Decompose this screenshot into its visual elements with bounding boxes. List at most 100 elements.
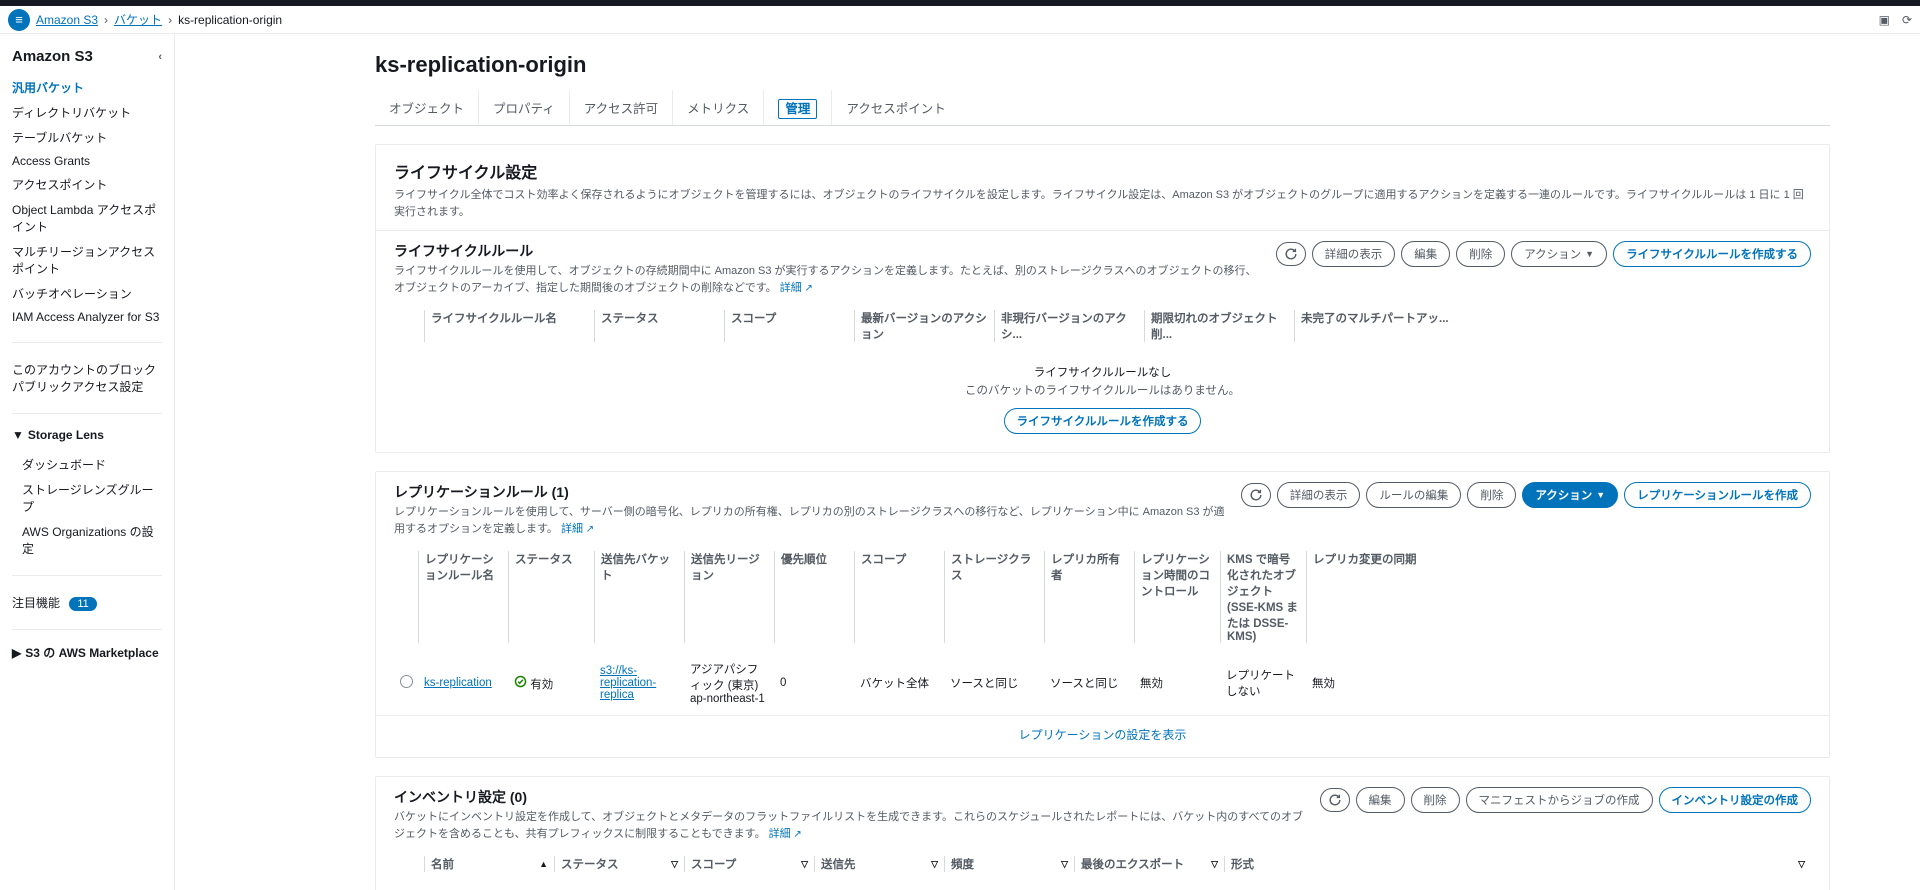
chevron-left-icon[interactable]: ‹	[158, 51, 162, 63]
inventory-details-link[interactable]: 詳細	[769, 828, 802, 840]
lifecycle-edit-button[interactable]: 編集	[1401, 241, 1450, 267]
tab-5[interactable]: アクセスポイント	[832, 90, 959, 125]
sidebar-item[interactable]: Object Lambda アクセスポイント	[12, 197, 162, 239]
inventory-edit-button[interactable]: 編集	[1356, 787, 1405, 813]
replication-edit-rules-button[interactable]: ルールの編集	[1366, 482, 1461, 508]
sidebar-item[interactable]: アクセスポイント	[12, 172, 162, 197]
lifecycle-col-header[interactable]: ライフサイクルルール名	[424, 310, 594, 342]
lifecycle-actions-button[interactable]: アクション▼	[1511, 241, 1607, 267]
inventory-col-header[interactable]: 送信先▽	[814, 856, 944, 872]
breadcrumb: ≡ Amazon S3 › バケット › ks-replication-orig…	[8, 9, 282, 31]
inventory-refresh-button[interactable]	[1320, 788, 1350, 812]
inventory-col-header[interactable]: ステータス▽	[554, 856, 684, 872]
replication-rule-name[interactable]: ks-replication	[424, 677, 492, 689]
replication-view-settings-link[interactable]: レプリケーションの設定を表示	[1019, 728, 1187, 742]
sidebar-featured[interactable]: 注目機能 11	[12, 590, 162, 615]
chevron-right-icon: ›	[168, 13, 172, 27]
inventory-panel: インベントリ設定 (0) バケットにインベントリ設定を作成して、オブジェクトとメ…	[375, 776, 1830, 890]
replication-col-header[interactable]: ステータス	[508, 551, 594, 643]
inventory-title: インベントリ設定	[394, 789, 506, 805]
inventory-create-button[interactable]: インベントリ設定の作成	[1659, 787, 1812, 813]
replication-replica-sync: 無効	[1306, 675, 1811, 691]
lifecycle-col-header[interactable]: ステータス	[594, 310, 724, 342]
replication-col-header[interactable]: ストレージクラス	[944, 551, 1044, 643]
tab-2[interactable]: アクセス許可	[570, 90, 673, 125]
tab-1[interactable]: プロパティ	[479, 90, 570, 125]
replication-col-header[interactable]: レプリカ変更の同期	[1306, 551, 1811, 643]
replication-col-header[interactable]: レプリケーションルール名	[418, 551, 508, 643]
sidebar-item[interactable]: AWS Organizations の設定	[22, 519, 162, 561]
inventory-table-header: 名前▲ステータス▽スコープ▽送信先▽頻度▽最後のエクスポート▽形式▽	[376, 848, 1829, 880]
caret-down-icon: ▼	[1585, 249, 1594, 259]
inventory-col-header[interactable]: 頻度▽	[944, 856, 1074, 872]
sidebar-item[interactable]: マルチリージョンアクセスポイント	[12, 239, 162, 281]
check-circle-icon	[514, 679, 527, 691]
inventory-col-header[interactable]: スコープ▽	[684, 856, 814, 872]
menu-icon[interactable]: ≡	[8, 9, 30, 31]
replication-col-header[interactable]: レプリカ所有者	[1044, 551, 1134, 643]
refresh-icon[interactable]: ⟳	[1902, 13, 1912, 27]
chevron-right-icon: ›	[104, 13, 108, 27]
replication-refresh-button[interactable]	[1241, 483, 1271, 507]
sidebar-block-public[interactable]: このアカウントのブロックパブリックアクセス設定	[12, 357, 162, 399]
replication-delete-button[interactable]: 削除	[1467, 482, 1516, 508]
breadcrumb-root[interactable]: Amazon S3	[36, 13, 98, 27]
replication-dest-bucket[interactable]: s3://ks-replication-replica	[600, 665, 656, 701]
replication-desc: レプリケーションルールを使用して、サーバー側の暗号化、レプリカの所有権、レプリカ…	[394, 506, 1225, 535]
inventory-desc: バケットにインベントリ設定を作成して、オブジェクトとメタデータのフラットファイル…	[394, 811, 1303, 840]
lifecycle-col-header[interactable]: 非現行バージョンのアクシ...	[994, 310, 1144, 342]
replication-col-header[interactable]: 優先順位	[774, 551, 854, 643]
lifecycle-create-button[interactable]: ライフサイクルルールを作成する	[1613, 241, 1811, 267]
sidebar-marketplace[interactable]: ▶ S3 の AWS Marketplace	[12, 644, 162, 661]
sidebar-item[interactable]: ディレクトリバケット	[12, 100, 162, 125]
sidebar-item[interactable]: 汎用バケット	[12, 75, 162, 100]
inventory-col-header[interactable]: 名前▲	[424, 856, 554, 872]
lifecycle-col-header[interactable]: スコープ	[724, 310, 854, 342]
replication-actions-button[interactable]: アクション▼	[1522, 482, 1618, 508]
replication-col-header[interactable]: 送信先バケット	[594, 551, 684, 643]
sidebar-item[interactable]: バッチオペレーション	[12, 281, 162, 306]
sidebar-item[interactable]: テーブルバケット	[12, 125, 162, 150]
inventory-manifest-button[interactable]: マニフェストからジョブの作成	[1466, 787, 1653, 813]
inventory-delete-button[interactable]: 削除	[1411, 787, 1460, 813]
lifecycle-rules-desc: ライフサイクルルールを使用して、オブジェクトの存続期間中に Amazon S3 …	[394, 265, 1256, 294]
tab-4[interactable]: 管理	[764, 90, 832, 125]
tab-0[interactable]: オブジェクト	[375, 90, 479, 125]
replication-col-header[interactable]: KMS で暗号化されたオブジェクト (SSE-KMS または DSSE-KMS)	[1220, 551, 1306, 643]
inventory-count: (0)	[510, 789, 527, 805]
sidebar-item[interactable]: ストレージレンズグループ	[22, 477, 162, 519]
cloudshell-icon[interactable]: ▣	[1879, 13, 1890, 27]
lifecycle-details-link[interactable]: 詳細	[780, 282, 813, 294]
replication-col-header[interactable]: 送信先リージョン	[684, 551, 774, 643]
replication-view-button[interactable]: 詳細の表示	[1277, 482, 1361, 508]
sidebar-item[interactable]: IAM Access Analyzer for S3	[12, 306, 162, 328]
inventory-col-header[interactable]: 形式▽	[1224, 856, 1811, 872]
sort-desc-icon: ▽	[1211, 859, 1218, 870]
sort-desc-icon: ▽	[801, 859, 808, 870]
lifecycle-refresh-button[interactable]	[1276, 242, 1306, 266]
caret-down-icon: ▼	[1596, 490, 1605, 500]
replication-create-button[interactable]: レプリケーションルールを作成	[1624, 482, 1811, 508]
inventory-col-header[interactable]: 最後のエクスポート▽	[1074, 856, 1224, 872]
replication-panel: レプリケーションルール (1) レプリケーションルールを使用して、サーバー側の暗…	[375, 471, 1830, 758]
tab-3[interactable]: メトリクス	[673, 90, 764, 125]
lifecycle-delete-button[interactable]: 削除	[1456, 241, 1505, 267]
lifecycle-col-header[interactable]: 未完了のマルチパートアッ...	[1294, 310, 1811, 342]
lifecycle-empty-create-button[interactable]: ライフサイクルルールを作成する	[1004, 408, 1202, 434]
lifecycle-view-button[interactable]: 詳細の表示	[1312, 241, 1396, 267]
sidebar-item[interactable]: ダッシュボード	[22, 452, 162, 477]
replication-details-link[interactable]: 詳細	[561, 523, 594, 535]
replication-owner: ソースと同じ	[1044, 675, 1134, 691]
lifecycle-col-header[interactable]: 期限切れのオブジェクト削...	[1144, 310, 1294, 342]
lifecycle-col-header[interactable]: 最新バージョンのアクション	[854, 310, 994, 342]
replication-table-row: ks-replication 有効 s3://ks-replication-re…	[376, 651, 1829, 715]
lifecycle-panel: ライフサイクル設定 ライフサイクル全体でコスト効率よく保存されるようにオブジェク…	[375, 144, 1830, 453]
row-radio[interactable]	[400, 675, 413, 688]
sidebar-group-storage-lens[interactable]: ▼ Storage Lens	[12, 428, 162, 442]
replication-dest-region: アジアパシフィック (東京) ap-northeast-1	[684, 661, 774, 705]
featured-count-badge: 11	[69, 597, 96, 611]
breadcrumb-buckets[interactable]: バケット	[114, 11, 162, 28]
sidebar-item[interactable]: Access Grants	[12, 150, 162, 172]
replication-col-header[interactable]: レプリケーション時間のコントロール	[1134, 551, 1220, 643]
replication-col-header[interactable]: スコープ	[854, 551, 944, 643]
